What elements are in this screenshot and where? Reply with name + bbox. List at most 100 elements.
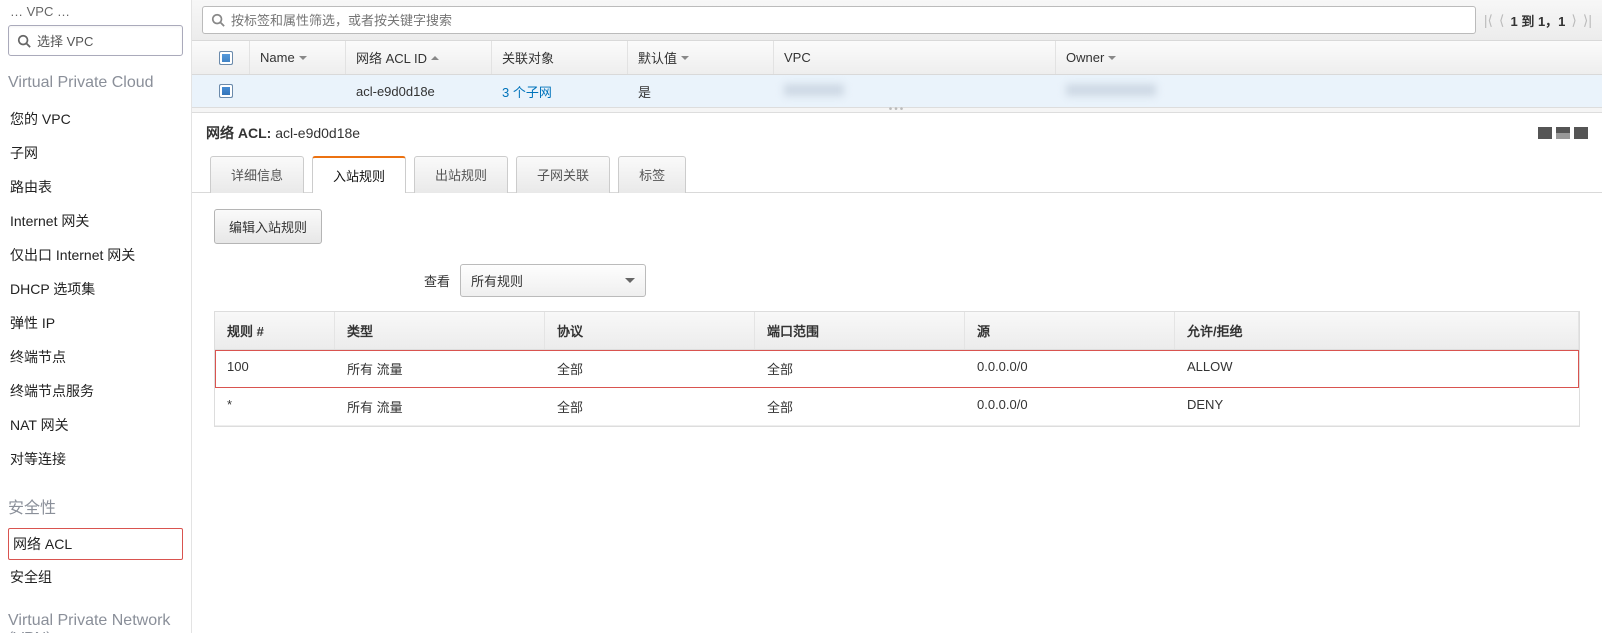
col-default[interactable]: 默认值: [628, 41, 774, 74]
layout-min-icon[interactable]: [1538, 127, 1552, 139]
pager-last-icon[interactable]: ⟩|: [1583, 12, 1592, 29]
search-icon: [211, 13, 225, 27]
col-acl-id[interactable]: 网络 ACL ID: [346, 41, 492, 74]
rules-col-proto: 协议: [545, 312, 755, 349]
sidebar-heading-vpc: Virtual Private Cloud: [8, 74, 183, 92]
panel-layout-icons: [1538, 127, 1588, 139]
redacted-owner: [1066, 84, 1156, 96]
pager: |⟨ ⟨ 1 到 1，1 ⟩ ⟩|: [1484, 11, 1592, 30]
detail-title-value: acl-e9d0d18e: [275, 125, 360, 141]
rule-type: 所有 流量: [335, 350, 545, 387]
sidebar-item[interactable]: 终端节点服务: [8, 374, 183, 408]
sidebar-heading-security: 安全性: [8, 494, 183, 518]
sort-caret-icon: [1108, 56, 1116, 60]
rule-type: 所有 流量: [335, 388, 545, 425]
view-dropdown[interactable]: 所有规则: [460, 264, 646, 297]
detail-body: 编辑入站规则 查看 所有规则 规则 # 类型 协议 端口范围 源 允许/拒绝 1…: [192, 193, 1602, 443]
detail-title-label: 网络 ACL:: [206, 125, 271, 141]
view-filter-row: 查看 所有规则: [424, 264, 1580, 297]
col-assoc-label: 关联对象: [502, 48, 554, 67]
row-assoc-link[interactable]: 3 个子网: [502, 85, 552, 100]
checkbox-icon[interactable]: [219, 51, 233, 65]
layout-max-icon[interactable]: [1574, 127, 1588, 139]
col-owner[interactable]: Owner: [1056, 41, 1602, 74]
sidebar-item[interactable]: DHCP 选项集: [8, 272, 183, 306]
rules-col-port: 端口范围: [755, 312, 965, 349]
sidebar-item[interactable]: 终端节点: [8, 340, 183, 374]
tab[interactable]: 出站规则: [414, 156, 508, 193]
acl-table-header: Name 网络 ACL ID 关联对象 默认值 VPC Owner: [192, 41, 1602, 75]
pager-first-icon[interactable]: |⟨: [1484, 12, 1493, 29]
row-vpc: [774, 84, 1056, 99]
vpc-selector[interactable]: 选择 VPC: [8, 25, 183, 56]
sidebar: … VPC … 选择 VPC Virtual Private Cloud 您的 …: [0, 0, 192, 633]
pager-text: 1 到 1，1: [1511, 11, 1566, 30]
tab[interactable]: 标签: [618, 156, 686, 193]
col-name-label: Name: [260, 50, 295, 65]
filter-input-wrap[interactable]: [202, 6, 1476, 34]
chevron-down-icon: [625, 278, 635, 283]
checkbox-icon[interactable]: [219, 84, 233, 98]
sidebar-top-truncated: … VPC …: [8, 0, 183, 25]
col-vpc[interactable]: VPC: [774, 41, 1056, 74]
sidebar-item[interactable]: 路由表: [8, 170, 183, 204]
rules-col-allow: 允许/拒绝: [1175, 312, 1579, 349]
col-assoc[interactable]: 关联对象: [492, 41, 628, 74]
sidebar-item[interactable]: 子网: [8, 136, 183, 170]
sidebar-item[interactable]: 对等连接: [8, 442, 183, 476]
rule-protocol: 全部: [545, 388, 755, 425]
tab[interactable]: 子网关联: [516, 156, 610, 193]
sidebar-item[interactable]: 弹性 IP: [8, 306, 183, 340]
vpc-selector-label: 选择 VPC: [37, 31, 93, 50]
filter-input[interactable]: [231, 13, 1467, 28]
rules-table: 规则 # 类型 协议 端口范围 源 允许/拒绝 100所有 流量全部全部0.0.…: [214, 311, 1580, 427]
rules-row: 100所有 流量全部全部0.0.0.0/0ALLOW: [215, 350, 1579, 388]
tab[interactable]: 入站规则: [312, 156, 406, 193]
layout-split-icon[interactable]: [1556, 127, 1570, 139]
row-default: 是: [628, 82, 774, 101]
acl-table-row[interactable]: acl-e9d0d18e 3 个子网 是: [192, 75, 1602, 107]
tab[interactable]: 详细信息: [210, 156, 304, 193]
rule-source: 0.0.0.0/0: [965, 350, 1175, 387]
sidebar-item[interactable]: 网络 ACL: [8, 528, 183, 560]
rules-row: *所有 流量全部全部0.0.0.0/0DENY: [215, 388, 1579, 426]
rule-number: *: [215, 388, 335, 425]
col-default-label: 默认值: [638, 48, 677, 67]
sidebar-heading-vpn: Virtual Private Network (VPN): [8, 612, 183, 633]
rule-port: 全部: [755, 388, 965, 425]
rule-source: 0.0.0.0/0: [965, 388, 1175, 425]
col-name[interactable]: Name: [250, 41, 346, 74]
sort-caret-icon: [431, 56, 439, 60]
col-owner-label: Owner: [1066, 50, 1104, 65]
split-handle[interactable]: [192, 107, 1602, 113]
sort-caret-icon: [681, 56, 689, 60]
pager-prev-icon[interactable]: ⟨: [1499, 12, 1504, 29]
rule-allow-deny: DENY: [1175, 388, 1579, 425]
row-checkbox-cell[interactable]: [202, 84, 250, 98]
rules-col-rule: 规则 #: [215, 312, 335, 349]
search-icon: [17, 34, 31, 48]
rule-protocol: 全部: [545, 350, 755, 387]
sort-caret-icon: [299, 56, 307, 60]
main: |⟨ ⟨ 1 到 1，1 ⟩ ⟩| Name 网络 ACL ID 关联对象 默认…: [192, 0, 1602, 633]
col-checkbox[interactable]: [202, 41, 250, 74]
rule-number: 100: [215, 350, 335, 387]
sidebar-item[interactable]: NAT 网关: [8, 408, 183, 442]
row-owner: [1056, 84, 1602, 99]
detail-title: 网络 ACL: acl-e9d0d18e: [206, 123, 360, 143]
sidebar-item[interactable]: Internet 网关: [8, 204, 183, 238]
sidebar-item[interactable]: 您的 VPC: [8, 102, 183, 136]
pager-next-icon[interactable]: ⟩: [1571, 12, 1576, 29]
view-dropdown-value: 所有规则: [471, 271, 523, 290]
view-label: 查看: [424, 271, 450, 290]
redacted-vpc: [784, 84, 844, 96]
sidebar-item[interactable]: 安全组: [8, 560, 183, 594]
detail-tabs: 详细信息入站规则出站规则子网关联标签: [192, 149, 1602, 193]
rules-col-type: 类型: [335, 312, 545, 349]
edit-inbound-rules-button[interactable]: 编辑入站规则: [214, 209, 322, 244]
rule-port: 全部: [755, 350, 965, 387]
col-vpc-label: VPC: [784, 50, 811, 65]
rules-header: 规则 # 类型 协议 端口范围 源 允许/拒绝: [215, 312, 1579, 350]
filter-bar: |⟨ ⟨ 1 到 1，1 ⟩ ⟩|: [192, 0, 1602, 41]
sidebar-item[interactable]: 仅出口 Internet 网关: [8, 238, 183, 272]
